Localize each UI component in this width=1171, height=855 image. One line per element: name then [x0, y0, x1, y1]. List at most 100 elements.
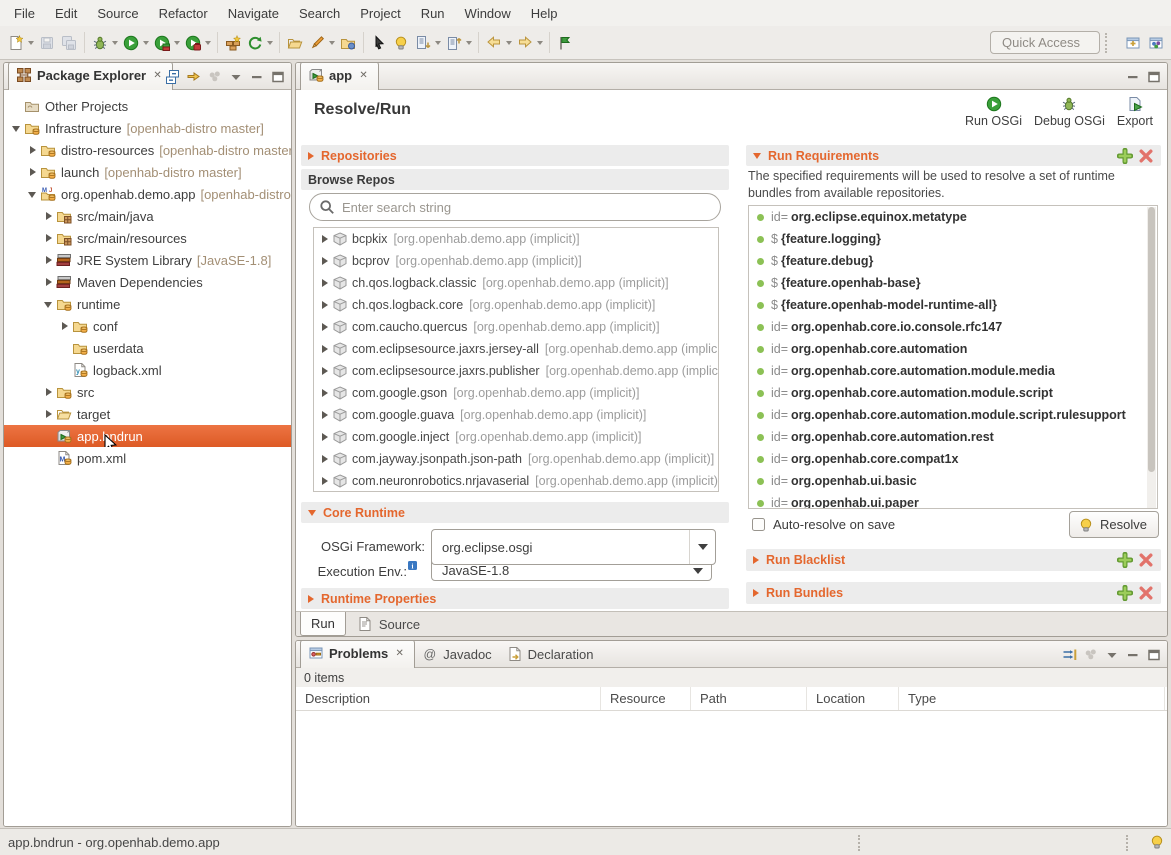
- tree-item[interactable]: Maven Dependencies: [4, 271, 291, 293]
- repo-search-input[interactable]: Enter search string: [309, 193, 721, 221]
- chevron-down-icon[interactable]: [435, 41, 441, 45]
- filter-icon[interactable]: [1061, 646, 1078, 663]
- prev-annotation-button[interactable]: [443, 30, 474, 56]
- tab-declaration[interactable]: Declaration: [500, 641, 602, 667]
- expand-arrow-icon[interactable]: [42, 205, 56, 227]
- tree-item[interactable]: Infrastructure[openhab-distro master]: [4, 117, 291, 139]
- refresh-button[interactable]: [244, 30, 275, 56]
- expand-arrow-icon[interactable]: [318, 294, 332, 316]
- requirement-item[interactable]: id=org.openhab.core.compat1x: [749, 448, 1157, 470]
- menu-search[interactable]: Search: [289, 2, 350, 25]
- column-header-description[interactable]: Description: [296, 687, 601, 710]
- external-tools-button[interactable]: [182, 30, 213, 56]
- section-run-blacklist[interactable]: Run Blacklist: [746, 549, 1161, 571]
- close-icon[interactable]: ✕: [393, 647, 406, 660]
- requirement-item[interactable]: id=org.eclipse.equinox.metatype: [749, 206, 1157, 228]
- osgi-framework-combo[interactable]: org.eclipse.osgi: [431, 529, 716, 565]
- minimize-icon[interactable]: [248, 68, 265, 85]
- chevron-down-icon[interactable]: [689, 530, 715, 564]
- add-bundle-button[interactable]: [1117, 585, 1133, 601]
- expand-arrow-icon[interactable]: [318, 360, 332, 382]
- debug-button[interactable]: [89, 30, 120, 56]
- requirement-item[interactable]: ${feature.openhab-model-runtime-all}: [749, 294, 1157, 316]
- tab-problems[interactable]: Problems✕: [300, 640, 415, 668]
- chevron-down-icon[interactable]: [466, 41, 472, 45]
- requirement-item[interactable]: ${feature.debug}: [749, 250, 1157, 272]
- expand-arrow-icon[interactable]: [318, 426, 332, 448]
- chevron-down-icon[interactable]: [28, 41, 34, 45]
- maximize-icon[interactable]: [1145, 646, 1162, 663]
- tab-javadoc[interactable]: @Javadoc: [415, 641, 499, 667]
- requirement-item[interactable]: ${feature.openhab-base}: [749, 272, 1157, 294]
- section-run-bundles[interactable]: Run Bundles: [746, 582, 1161, 604]
- menu-help[interactable]: Help: [521, 2, 568, 25]
- view-menu-icon[interactable]: [1103, 646, 1120, 663]
- link-with-editor-icon[interactable]: [185, 68, 202, 85]
- focus-task-icon[interactable]: [1082, 646, 1099, 663]
- tree-item[interactable]: userdata: [4, 337, 291, 359]
- auto-resolve-checkbox[interactable]: [752, 518, 765, 531]
- open-task-button[interactable]: [284, 30, 306, 56]
- section-core-runtime[interactable]: Core Runtime: [301, 502, 729, 523]
- focus-task-icon[interactable]: [206, 68, 223, 85]
- requirement-item[interactable]: id=org.openhab.core.automation.module.sc…: [749, 382, 1157, 404]
- expand-arrow-icon[interactable]: [318, 470, 332, 492]
- repo-item[interactable]: com.google.gson[org.openhab.demo.app (im…: [314, 382, 718, 404]
- collapse-all-icon[interactable]: [164, 68, 181, 85]
- chevron-down-icon[interactable]: [174, 41, 180, 45]
- repo-item[interactable]: com.eclipsesource.jaxrs.publisher[org.op…: [314, 360, 718, 382]
- expand-arrow-icon[interactable]: [42, 271, 56, 293]
- requirement-item[interactable]: id=org.openhab.core.automation: [749, 338, 1157, 360]
- open-perspective-icon[interactable]: [1123, 34, 1143, 52]
- tree-item[interactable]: src: [4, 381, 291, 403]
- tree-item[interactable]: Other Projects: [4, 95, 291, 117]
- expand-arrow-icon[interactable]: [318, 250, 332, 272]
- menu-navigate[interactable]: Navigate: [218, 2, 289, 25]
- tree-item[interactable]: Mpom.xml: [4, 447, 291, 469]
- expand-arrow-icon[interactable]: [318, 382, 332, 404]
- chevron-down-icon[interactable]: [506, 41, 512, 45]
- section-run-requirements[interactable]: Run Requirements: [746, 145, 1161, 166]
- expand-arrow-icon[interactable]: [318, 228, 332, 250]
- requirement-item[interactable]: ${feature.logging}: [749, 228, 1157, 250]
- pointer-button[interactable]: [368, 30, 390, 56]
- repo-item[interactable]: com.neuronrobotics.nrjavaserial[org.open…: [314, 470, 718, 492]
- java-perspective-icon[interactable]: [1146, 34, 1166, 52]
- minimize-icon[interactable]: [1124, 646, 1141, 663]
- expand-arrow-icon[interactable]: [42, 249, 56, 271]
- column-header-location[interactable]: Location: [807, 687, 899, 710]
- export-button[interactable]: Export: [1113, 93, 1157, 130]
- bulb-button[interactable]: [390, 30, 412, 56]
- section-repositories[interactable]: Repositories: [301, 145, 729, 166]
- menu-edit[interactable]: Edit: [45, 2, 87, 25]
- section-runtime-properties[interactable]: Runtime Properties: [301, 588, 729, 609]
- tree-item[interactable]: JRE System Library[JavaSE-1.8]: [4, 249, 291, 271]
- repo-item[interactable]: com.jayway.jsonpath.json-path[org.openha…: [314, 448, 718, 470]
- auto-resolve-option[interactable]: Auto-resolve on save: [752, 517, 895, 532]
- new-wizard-button[interactable]: [5, 30, 36, 56]
- quick-access-input[interactable]: Quick Access: [990, 31, 1100, 54]
- menu-source[interactable]: Source: [87, 2, 148, 25]
- repo-item[interactable]: com.google.inject[org.openhab.demo.app (…: [314, 426, 718, 448]
- expand-arrow-icon[interactable]: [318, 316, 332, 338]
- repo-item[interactable]: com.google.guava[org.openhab.demo.app (i…: [314, 404, 718, 426]
- minimize-icon[interactable]: [1124, 68, 1141, 85]
- column-header-type[interactable]: Type: [899, 687, 1165, 710]
- back-button[interactable]: [483, 30, 514, 56]
- page-tab-run[interactable]: Run: [300, 612, 346, 636]
- chevron-down-icon[interactable]: [205, 41, 211, 45]
- next-annotation-button[interactable]: [412, 30, 443, 56]
- expand-arrow-icon[interactable]: [318, 272, 332, 294]
- add-requirement-button[interactable]: [1117, 148, 1133, 164]
- requirement-item[interactable]: id=org.openhab.ui.paper: [749, 492, 1157, 509]
- chevron-down-icon[interactable]: [143, 41, 149, 45]
- requirement-item[interactable]: id=org.openhab.ui.basic: [749, 470, 1157, 492]
- column-header-resource[interactable]: Resource: [601, 687, 691, 710]
- menu-file[interactable]: File: [4, 2, 45, 25]
- search-pencil-button[interactable]: [306, 30, 337, 56]
- tree-item[interactable]: runtime: [4, 293, 291, 315]
- add-blacklist-button[interactable]: [1117, 552, 1133, 568]
- requirement-item[interactable]: id=org.openhab.core.automation.module.sc…: [749, 404, 1157, 426]
- tree-item[interactable]: ylogback.xml: [4, 359, 291, 381]
- menu-run[interactable]: Run: [411, 2, 455, 25]
